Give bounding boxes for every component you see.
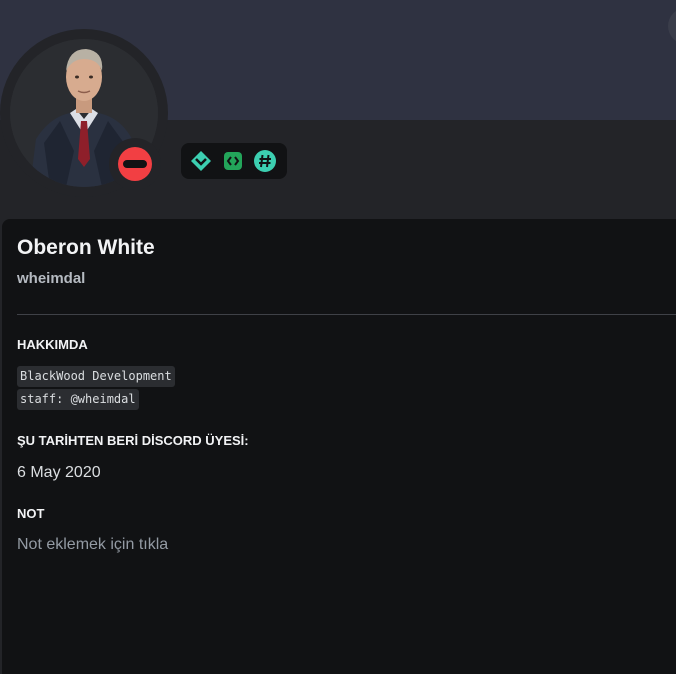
- hypesquad-badge-icon[interactable]: [189, 149, 213, 173]
- divider: [17, 314, 676, 315]
- note-title: NOT: [17, 506, 45, 521]
- username[interactable]: wheimdal: [17, 270, 85, 287]
- display-name: Oberon White: [17, 236, 155, 259]
- member-since-date: 6 May 2020: [17, 464, 101, 481]
- badge-list: [181, 143, 287, 179]
- active-developer-badge-icon[interactable]: [221, 149, 245, 173]
- about-me-line-2: staff: @wheimdal: [17, 389, 139, 410]
- about-me-line-1: BlackWood Development: [17, 366, 175, 387]
- profile-popout: Oberon White wheimdal HAKKIMDA BlackWood…: [0, 0, 676, 674]
- member-since-title: ŞU TARİHTEN BERİ DİSCORD ÜYESİ:: [17, 433, 249, 448]
- note-input[interactable]: Not eklemek için tıkla: [17, 536, 168, 554]
- do-not-disturb-status-icon: [118, 147, 152, 181]
- about-me-title: HAKKIMDA: [17, 337, 88, 352]
- hash-quest-badge-icon[interactable]: [253, 149, 277, 173]
